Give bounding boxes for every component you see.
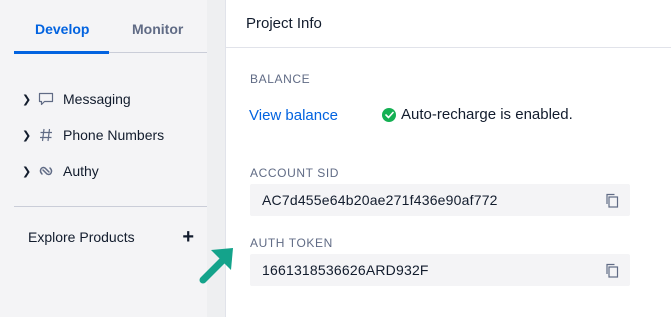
tab-monitor[interactable]: Monitor — [132, 21, 183, 37]
plus-icon[interactable]: + — [182, 227, 194, 247]
page-title: Project Info — [246, 15, 322, 32]
hash-icon — [38, 127, 54, 143]
annotation-arrow-icon — [199, 248, 233, 284]
sidebar-item-phone-numbers[interactable]: ❯ Phone Numbers — [22, 124, 164, 146]
chevron-right-icon: ❯ — [22, 165, 32, 178]
auto-recharge-status: Auto-recharge is enabled. — [382, 106, 573, 123]
panel-header: Project Info — [226, 0, 671, 48]
check-circle-icon — [382, 107, 396, 122]
auth-token-field[interactable]: 1661318536626ARD932F — [250, 254, 630, 286]
active-tab-indicator — [14, 51, 109, 54]
balance-label: BALANCE — [250, 72, 311, 86]
sidebar: Develop Monitor ❯ Messaging ❯ Phone Numb… — [0, 0, 207, 317]
chevron-right-icon: ❯ — [22, 93, 32, 106]
sidebar-item-messaging[interactable]: ❯ Messaging — [22, 88, 131, 110]
auth-token-label: AUTH TOKEN — [250, 236, 333, 250]
divider — [14, 206, 207, 207]
sidebar-item-authy[interactable]: ❯ Authy — [22, 160, 99, 182]
sidebar-tabs: Develop Monitor — [14, 0, 207, 54]
explore-products-button[interactable]: Explore Products + — [28, 227, 194, 247]
chat-bubble-icon — [38, 91, 54, 107]
explore-products-label: Explore Products — [28, 229, 135, 245]
copy-icon[interactable] — [605, 263, 619, 278]
project-info-panel: Project Info BALANCE View balance Auto-r… — [225, 0, 671, 317]
authy-icon — [38, 163, 54, 179]
account-sid-value[interactable]: AC7d455e64b20ae271f436e90af772 — [262, 192, 498, 208]
auto-recharge-text: Auto-recharge is enabled. — [401, 106, 573, 123]
account-sid-label: ACCOUNT SID — [250, 166, 340, 180]
view-balance-link[interactable]: View balance — [249, 107, 338, 124]
copy-icon[interactable] — [605, 193, 619, 208]
account-sid-field[interactable]: AC7d455e64b20ae271f436e90af772 — [250, 184, 630, 216]
chevron-right-icon: ❯ — [22, 129, 32, 142]
sidebar-item-label: Authy — [63, 163, 99, 179]
sidebar-item-label: Messaging — [63, 91, 131, 107]
auth-token-value[interactable]: 1661318536626ARD932F — [262, 262, 429, 278]
tab-develop[interactable]: Develop — [35, 21, 89, 37]
sidebar-item-label: Phone Numbers — [63, 127, 165, 143]
